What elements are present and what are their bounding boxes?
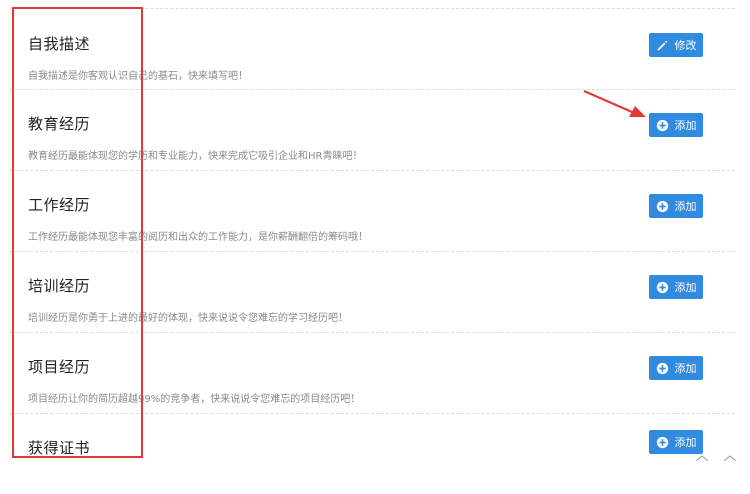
- section-description: 项目经历让你的简历超越99%的竞争者，快来说说令您难忘的项目经历吧！: [28, 394, 361, 405]
- section-self-description: 自我描述 自我描述是你客观认识自己的基石，快来填写吧！ 修改: [10, 8, 735, 90]
- section-education: 教育经历 教育经历最能体现您的学历和专业能力，快来完成它吸引企业和HR青睐吧！ …: [10, 89, 735, 171]
- section-projects: 项目经历 项目经历让你的简历超越99%的竞争者，快来说说令您难忘的项目经历吧！ …: [10, 332, 735, 414]
- button-label: 添加: [674, 437, 697, 449]
- button-label: 添加: [674, 120, 697, 132]
- button-label: 添加: [674, 201, 697, 213]
- button-label: 添加: [674, 282, 697, 294]
- add-project-button[interactable]: 添加: [649, 356, 703, 380]
- section-description: 自我描述是你客观认识自己的基石，快来填写吧！: [28, 71, 248, 82]
- section-work: 工作经历 工作经历最能体现您丰富的阅历和出众的工作能力，是你薪酬翻倍的筹码哦！ …: [10, 170, 735, 252]
- section-training: 培训经历 培训经历是你勇于上进的最好的体现，快来说说令您难忘的学习经历吧！ 添加: [10, 251, 735, 333]
- section-description: 培训经历是你勇于上进的最好的体现，快来说说令您难忘的学习经历吧！: [28, 313, 348, 324]
- plus-circle-icon: [656, 119, 668, 131]
- plus-circle-icon: [656, 281, 668, 293]
- section-title: 教育经历: [28, 115, 91, 133]
- section-title: 获得证书: [28, 439, 91, 457]
- section-title: 工作经历: [28, 196, 91, 214]
- plus-circle-icon: [656, 200, 668, 212]
- section-description: 工作经历最能体现您丰富的阅历和出众的工作能力，是你薪酬翻倍的筹码哦！: [28, 232, 368, 243]
- section-title: 自我描述: [28, 35, 91, 53]
- add-work-button[interactable]: 添加: [649, 194, 703, 218]
- section-certificates: 获得证书 添加: [10, 413, 735, 494]
- section-title: 项目经历: [28, 358, 91, 376]
- button-label: 添加: [674, 363, 697, 375]
- edit-button[interactable]: 修改: [649, 33, 703, 57]
- scroll-corner-icon: [695, 455, 737, 461]
- button-label: 修改: [674, 40, 697, 52]
- section-title: 培训经历: [28, 277, 91, 295]
- resume-sections: 自我描述 自我描述是你客观认识自己的基石，快来填写吧！ 修改 教育经历 教育经历…: [10, 0, 735, 461]
- plus-circle-icon: [656, 362, 668, 374]
- pencil-icon: [657, 40, 667, 50]
- add-education-button[interactable]: 添加: [649, 113, 703, 137]
- section-description: 教育经历最能体现您的学历和专业能力，快来完成它吸引企业和HR青睐吧！: [28, 151, 363, 162]
- plus-circle-icon: [656, 436, 668, 448]
- add-certificate-button[interactable]: 添加: [649, 430, 703, 454]
- add-training-button[interactable]: 添加: [649, 275, 703, 299]
